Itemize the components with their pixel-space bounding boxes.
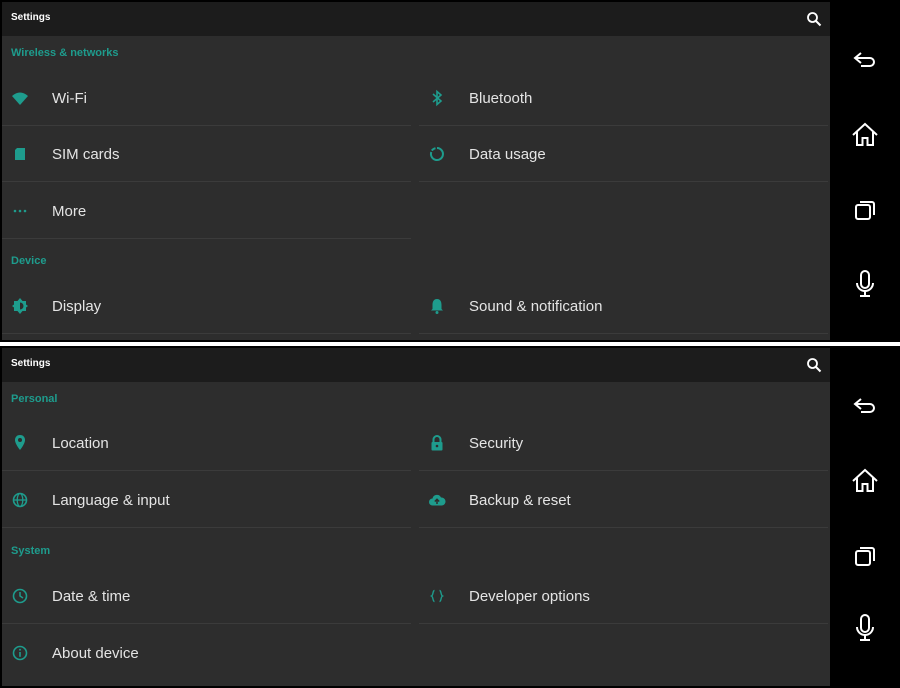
page-title: Settings <box>11 358 51 369</box>
setting-label: More <box>52 203 87 220</box>
section-header-device: Device <box>11 255 47 267</box>
search-icon[interactable] <box>806 11 822 27</box>
lock-icon <box>427 433 447 453</box>
setting-label: Display <box>52 298 102 315</box>
back-icon[interactable] <box>848 389 882 423</box>
setting-label: Wi-Fi <box>52 90 87 107</box>
section-header-system: System <box>11 545 51 557</box>
setting-location[interactable]: Location <box>2 415 411 471</box>
setting-label: Data usage <box>469 146 546 163</box>
search-icon[interactable] <box>806 357 822 373</box>
setting-label: Sound & notification <box>469 298 603 315</box>
setting-label: Developer options <box>469 588 590 605</box>
clock-icon <box>10 586 30 606</box>
cloud-upload-icon <box>427 490 447 510</box>
navigation-bar <box>830 346 900 688</box>
recent-apps-icon[interactable] <box>848 539 882 573</box>
globe-icon <box>10 490 30 510</box>
setting-developer-options[interactable]: Developer options <box>419 568 828 624</box>
setting-backup-reset[interactable]: Backup & reset <box>419 472 828 528</box>
setting-wifi[interactable]: Wi-Fi <box>2 70 411 126</box>
settings-panel: Settings Wireless & networks Wi-Fi Bluet… <box>2 2 830 340</box>
back-icon[interactable] <box>848 43 882 77</box>
setting-label: Date & time <box>52 588 131 605</box>
setting-data-usage[interactable]: Data usage <box>419 126 828 182</box>
display-icon <box>10 296 30 316</box>
home-icon[interactable] <box>848 118 882 152</box>
more-icon <box>10 201 30 221</box>
info-icon <box>10 643 30 663</box>
location-icon <box>10 433 30 453</box>
setting-security[interactable]: Security <box>419 415 828 471</box>
setting-label: Security <box>469 435 524 452</box>
setting-label: Location <box>52 435 109 452</box>
microphone-icon[interactable] <box>848 612 882 646</box>
setting-language-input[interactable]: Language & input <box>2 472 411 528</box>
setting-display[interactable]: Display <box>2 278 411 334</box>
data-usage-icon <box>427 144 447 164</box>
sim-card-icon <box>10 144 30 164</box>
section-header-personal: Personal <box>11 393 58 405</box>
microphone-icon[interactable] <box>848 268 882 302</box>
action-bar: Settings <box>2 2 830 36</box>
setting-bluetooth[interactable]: Bluetooth <box>419 70 828 126</box>
setting-sim-cards[interactable]: SIM cards <box>2 126 411 182</box>
wifi-icon <box>10 88 30 108</box>
action-bar: Settings <box>2 348 830 382</box>
bluetooth-icon <box>427 88 447 108</box>
settings-screen-bottom: Settings Personal Location Security Lang… <box>0 346 900 688</box>
setting-sound-notification[interactable]: Sound & notification <box>419 278 828 334</box>
recent-apps-icon[interactable] <box>848 193 882 227</box>
setting-date-time[interactable]: Date & time <box>2 568 411 624</box>
navigation-bar <box>830 0 900 342</box>
setting-label: SIM cards <box>52 146 120 163</box>
settings-panel: Settings Personal Location Security Lang… <box>2 348 830 686</box>
braces-icon <box>427 586 447 606</box>
setting-about-device[interactable]: About device <box>2 625 411 681</box>
bell-icon <box>427 296 447 316</box>
page-title: Settings <box>11 12 51 23</box>
home-icon[interactable] <box>848 464 882 498</box>
setting-label: Backup & reset <box>469 492 571 509</box>
settings-screen-top: Settings Wireless & networks Wi-Fi Bluet… <box>0 0 900 342</box>
setting-label: About device <box>52 645 139 662</box>
setting-label: Language & input <box>52 492 170 509</box>
setting-label: Bluetooth <box>469 90 533 107</box>
section-header-wireless: Wireless & networks <box>11 47 119 59</box>
setting-more[interactable]: More <box>2 183 411 239</box>
